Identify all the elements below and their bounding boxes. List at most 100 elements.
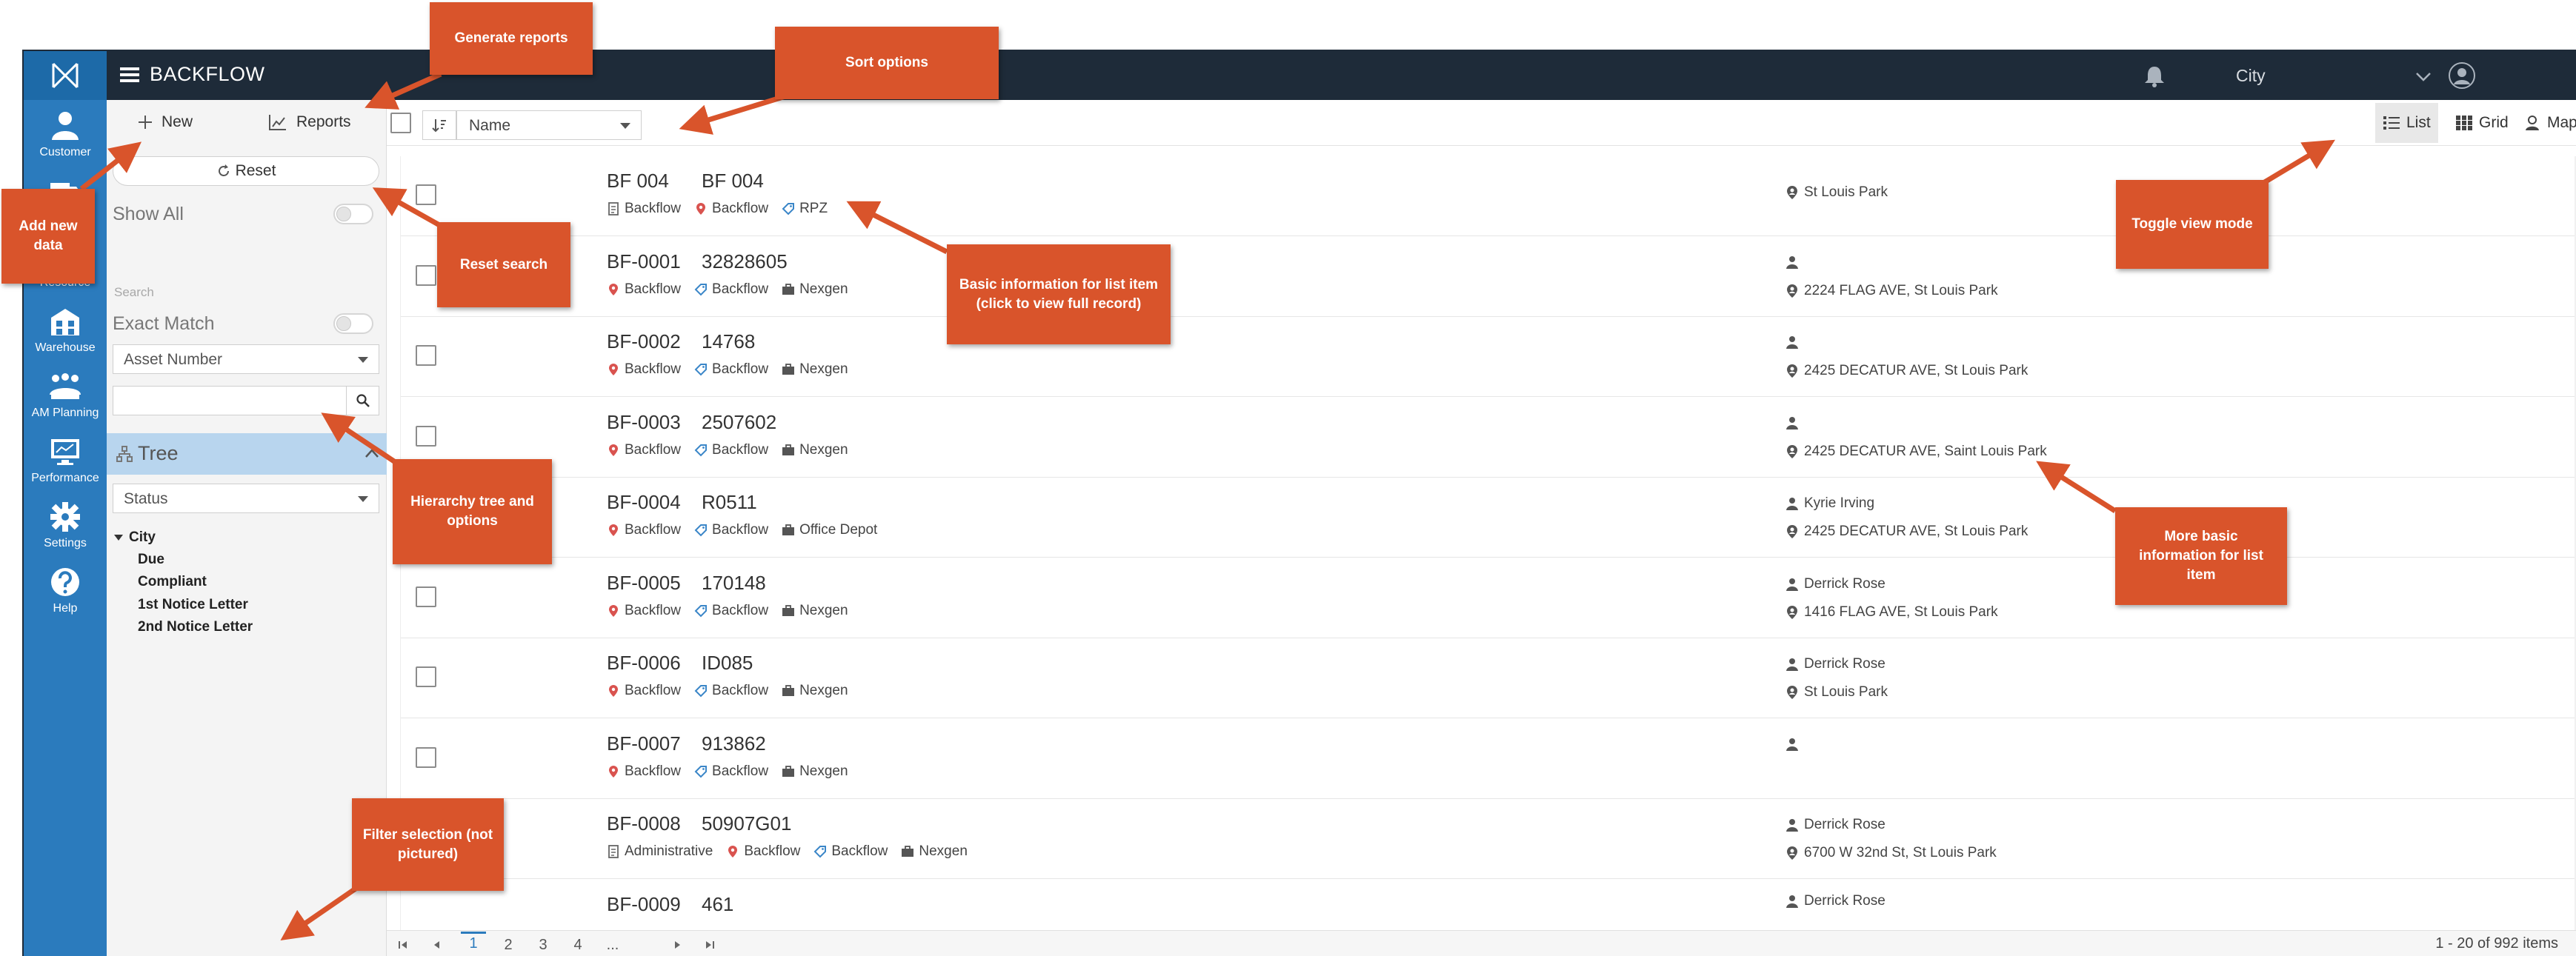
list-item[interactable]: BF-0007 913862 Backflow Backflow Nexgen bbox=[401, 718, 2575, 799]
user-menu[interactable] bbox=[2448, 61, 2576, 90]
exact-match-toggle[interactable] bbox=[333, 313, 373, 334]
last-page-button[interactable] bbox=[702, 934, 717, 956]
record-address-label: St Louis Park bbox=[1804, 184, 1888, 200]
record-tags: Backflow Backflow Nexgen bbox=[607, 763, 862, 780]
pin-icon bbox=[609, 765, 618, 778]
map-pin-person-icon bbox=[1787, 686, 1797, 699]
row-checkbox[interactable] bbox=[416, 746, 436, 768]
tag-icon bbox=[813, 846, 827, 858]
prev-page-button[interactable] bbox=[430, 934, 445, 956]
tag-icon bbox=[694, 685, 708, 698]
record-id: BF-0002 bbox=[607, 330, 681, 352]
record-address: St Louis Park bbox=[1785, 684, 1888, 701]
list-item[interactable]: BF-0002 14768 Backflow Backflow Nexgen 2425 D… bbox=[401, 317, 2575, 397]
row-checkbox[interactable] bbox=[416, 184, 436, 205]
sort-direction-button[interactable] bbox=[422, 110, 456, 140]
nav-item-help[interactable]: Help bbox=[24, 565, 107, 630]
tree-header[interactable]: Tree bbox=[107, 433, 387, 475]
bell-icon[interactable] bbox=[2142, 64, 2167, 89]
view-list-label: List bbox=[2406, 114, 2431, 131]
list-item[interactable]: BF-0006 ID085 Backflow Backflow Nexgen Derric… bbox=[401, 638, 2575, 718]
tree-node-city[interactable]: City bbox=[114, 529, 156, 546]
row-checkbox[interactable] bbox=[416, 425, 436, 447]
app-title: BACKFLOW bbox=[150, 63, 265, 85]
page-button-2[interactable]: 2 bbox=[496, 934, 521, 956]
view-grid-button[interactable]: Grid bbox=[2448, 103, 2516, 143]
city-select[interactable]: City bbox=[2187, 64, 2432, 88]
list-icon bbox=[2383, 116, 2400, 130]
briefcase-icon bbox=[782, 765, 795, 777]
row-checkbox[interactable] bbox=[416, 586, 436, 607]
view-map-button[interactable]: Map bbox=[2516, 103, 2576, 143]
view-list-button[interactable]: List bbox=[2375, 103, 2438, 143]
callout-hierarchy-tree: Hierarchy tree and options bbox=[393, 459, 552, 564]
record-contact-label: Kyrie Irving bbox=[1804, 495, 1875, 511]
nav-item-settings[interactable]: Settings bbox=[24, 500, 107, 565]
nav-item-warehouse[interactable]: Warehouse bbox=[24, 304, 107, 370]
page-button-4[interactable]: 4 bbox=[565, 934, 590, 956]
app-logo[interactable] bbox=[24, 51, 107, 100]
callout-sort-options: Sort options bbox=[775, 27, 999, 99]
reports-button-label: Reports bbox=[296, 113, 351, 130]
new-button[interactable]: New bbox=[136, 110, 193, 134]
show-all-toggle[interactable] bbox=[333, 204, 373, 224]
logo-icon bbox=[52, 62, 79, 89]
person-icon bbox=[1786, 336, 1798, 349]
record-tag: Backflow bbox=[607, 603, 681, 619]
sort-select[interactable]: Name bbox=[456, 110, 642, 140]
record-tag-label: Backflow bbox=[712, 281, 769, 297]
list-item[interactable]: BF-0009 461 Derrick Rose bbox=[401, 879, 2575, 930]
record-tag: Nexgen bbox=[782, 683, 848, 699]
search-button[interactable] bbox=[347, 386, 379, 415]
first-page-button[interactable] bbox=[396, 934, 410, 956]
record-tags: Backflow Backflow Nexgen bbox=[607, 361, 862, 378]
hierarchy-icon bbox=[116, 446, 133, 462]
tree-node-compliant[interactable]: Compliant bbox=[138, 574, 207, 590]
tree-select[interactable]: Status bbox=[113, 484, 379, 513]
record-address: St Louis Park bbox=[1785, 184, 1888, 201]
reset-button[interactable]: Reset bbox=[113, 156, 379, 186]
record-tag: Backflow bbox=[607, 763, 681, 780]
tree-node-1st-notice[interactable]: 1st Notice Letter bbox=[138, 597, 248, 613]
nav-item-customer[interactable]: Customer bbox=[24, 109, 107, 174]
record-name: 461 bbox=[702, 892, 734, 915]
record-contact: Derrick Rose bbox=[1785, 656, 1886, 672]
record-id: BF-0006 bbox=[607, 652, 681, 674]
record-tag: Nexgen bbox=[901, 843, 968, 860]
page-button-3[interactable]: 3 bbox=[530, 934, 556, 956]
page-button-1[interactable]: 1 bbox=[461, 932, 486, 954]
tree-node-due[interactable]: Due bbox=[138, 552, 164, 568]
briefcase-icon bbox=[782, 283, 795, 295]
search-field-select[interactable]: Asset Number bbox=[113, 344, 379, 374]
reset-button-label: Reset bbox=[235, 162, 276, 179]
nav-item-performance[interactable]: Performance bbox=[24, 435, 107, 500]
pin-icon bbox=[728, 846, 738, 858]
search-input[interactable] bbox=[113, 386, 347, 415]
row-checkbox[interactable] bbox=[416, 345, 436, 366]
briefcase-icon bbox=[902, 846, 914, 857]
record-contact-label: Derrick Rose bbox=[1804, 575, 1886, 592]
record-tag: Nexgen bbox=[782, 763, 848, 780]
map-pin-person-icon bbox=[1787, 605, 1797, 619]
page-button-more[interactable]: ... bbox=[600, 934, 625, 956]
record-address: 2425 DECATUR AVE, Saint Louis Park bbox=[1785, 444, 2047, 460]
tree-node-2nd-notice[interactable]: 2nd Notice Letter bbox=[138, 619, 253, 635]
tag-icon bbox=[694, 604, 708, 617]
record-tag-label: Backflow bbox=[712, 683, 769, 698]
row-checkbox[interactable] bbox=[416, 666, 436, 687]
nav-item-am-planning[interactable]: AM Planning bbox=[24, 370, 107, 435]
record-tag: Backflow bbox=[694, 361, 768, 378]
list-item[interactable]: BF-0003 2507602 Backflow Backflow Nexgen 2425… bbox=[401, 397, 2575, 478]
record-tag: Backflow bbox=[694, 442, 768, 458]
record-tag: Backflow bbox=[607, 522, 681, 538]
avatar-icon bbox=[2449, 62, 2475, 89]
tree-node-label: City bbox=[129, 529, 156, 545]
callout-toggle-view: Toggle view mode bbox=[2116, 180, 2269, 269]
menu-icon[interactable] bbox=[120, 66, 139, 84]
briefcase-icon bbox=[782, 364, 795, 375]
select-all-checkbox[interactable] bbox=[390, 113, 411, 133]
reports-button[interactable]: Reports bbox=[268, 110, 351, 134]
row-checkbox[interactable] bbox=[416, 264, 436, 286]
next-page-button[interactable] bbox=[670, 934, 685, 956]
list-item[interactable]: BF-0008 50907G01 Administrative Backflow Bac… bbox=[401, 799, 2575, 879]
